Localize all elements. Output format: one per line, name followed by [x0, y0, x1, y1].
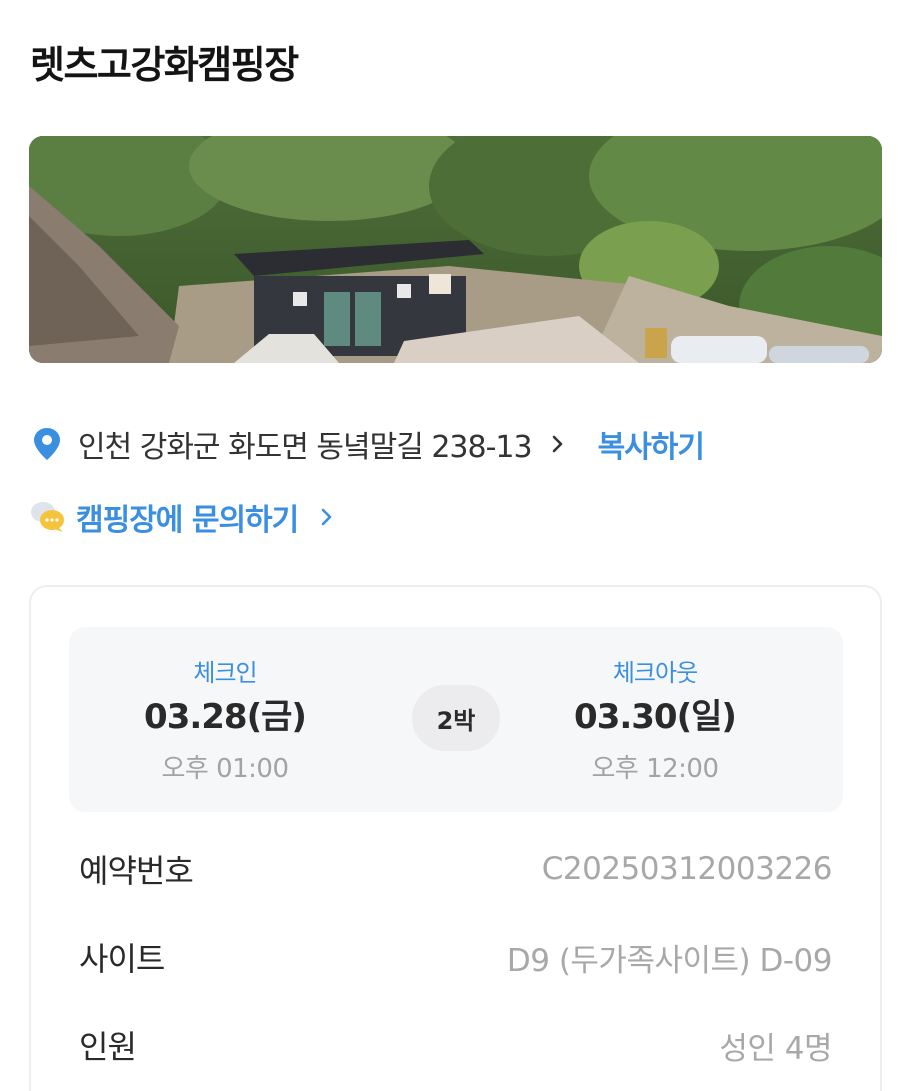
chat-bubble-icon — [30, 500, 66, 534]
guests-row: 인원 성인 4명 — [79, 1020, 832, 1070]
site-value: D9 (두가족사이트) D-09 — [506, 942, 833, 979]
checkout-time: 오후 12:00 — [591, 754, 719, 784]
inquiry-label[interactable]: 캠핑장에 문의하기 — [76, 495, 299, 539]
checkin-column: 체크인 03.28(금) 오후 01:00 — [95, 653, 355, 785]
location-pin-icon — [32, 427, 62, 461]
nights-badge: 2박 — [412, 685, 500, 751]
reservation-number-label: 예약번호 — [79, 852, 194, 890]
stay-period-box: 체크인 03.28(금) 오후 01:00 2박 체크아웃 03.30(일) 오… — [69, 627, 843, 812]
checkin-time: 오후 01:00 — [161, 754, 289, 784]
reservation-card: 체크인 03.28(금) 오후 01:00 2박 체크아웃 03.30(일) 오… — [29, 585, 882, 1091]
camp-photo[interactable] — [29, 136, 882, 363]
address-row: 인천 강화군 화도면 동녘말길 238-13 복사하기 — [32, 420, 705, 468]
chevron-right-icon[interactable] — [550, 432, 566, 456]
copy-address-button[interactable]: 복사하기 — [598, 422, 705, 466]
site-row: 사이트 D9 (두가족사이트) D-09 — [79, 932, 833, 982]
reservation-detail-page: 렛츠고강화캠핑장 인천 강화군 화도면 동녘말길 238-13 복사하기 캠핑장… — [0, 0, 900, 1091]
checkout-date: 03.30(일) — [574, 697, 737, 737]
address-text[interactable]: 인천 강화군 화도면 동녘말길 238-13 — [78, 422, 533, 466]
site-label: 사이트 — [79, 940, 165, 978]
reservation-number-value: C20250312003226 — [541, 851, 833, 887]
camp-name-title: 렛츠고강화캠핑장 — [30, 43, 299, 87]
reservation-number-row: 예약번호 C20250312003226 — [79, 844, 833, 894]
checkin-label: 체크인 — [193, 659, 257, 687]
checkout-label: 체크아웃 — [612, 659, 698, 687]
chevron-right-icon[interactable] — [320, 505, 334, 529]
guests-label: 인원 — [79, 1028, 137, 1066]
inquiry-link[interactable]: 캠핑장에 문의하기 — [30, 494, 334, 540]
guests-value: 성인 4명 — [719, 1030, 832, 1067]
checkout-column: 체크아웃 03.30(일) 오후 12:00 — [525, 653, 785, 785]
camp-photo-illustration — [29, 136, 882, 363]
checkin-date: 03.28(금) — [144, 697, 307, 737]
